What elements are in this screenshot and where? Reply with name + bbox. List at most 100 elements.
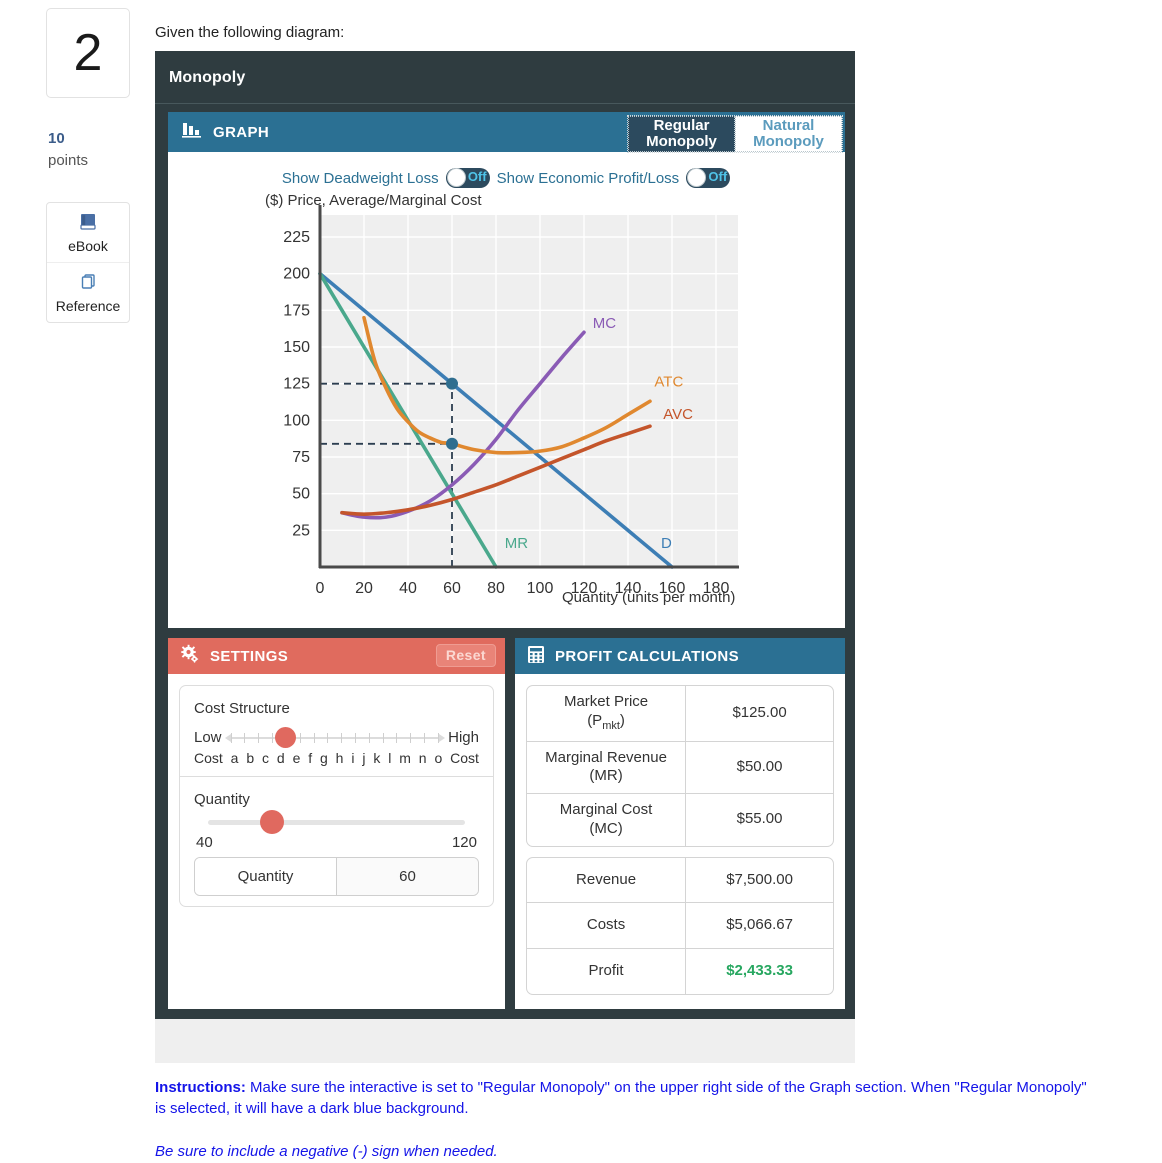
y-tick-label: 175: [283, 302, 310, 319]
toggle-knob: [446, 168, 466, 187]
reset-button[interactable]: Reset: [435, 644, 496, 667]
deadweight-loss-toggle[interactable]: Off: [445, 168, 490, 188]
regular-monopoly-button[interactable]: Regular Monopoly: [628, 116, 735, 152]
cost-tick-label: a: [230, 750, 239, 766]
cost-tick-label: k: [373, 750, 381, 766]
cost-structure-slider-track[interactable]: [224, 726, 446, 748]
graph-card: GRAPH Regular Monopoly Natural Monopoly …: [168, 112, 845, 628]
quantity-range-labels: 40 120: [196, 834, 477, 851]
cost-structure-high-label: High: [448, 729, 479, 746]
marginal-cost-value: $55.00: [736, 810, 783, 828]
quantity-slider-thumb[interactable]: [260, 810, 285, 834]
economic-profit-toggle[interactable]: Off: [686, 168, 731, 188]
data-point-marker: [446, 437, 458, 450]
cost-structure-section: Cost Structure Low High Cost a b c d e f…: [180, 686, 493, 776]
series-label-MC: MC: [593, 315, 616, 332]
series-label-AVC: AVC: [663, 406, 693, 423]
y-tick-label: 25: [292, 522, 310, 539]
chart-area: ($) Price, Average/Marginal Cost 25 50 75 1…: [168, 190, 845, 620]
marginal-revenue-line1: Marginal Revenue: [545, 748, 667, 766]
cost-structure-ticks: [230, 732, 440, 743]
ebook-button[interactable]: eBook: [47, 203, 129, 263]
profit-body: Market Price (Pmkt) $125.00 Marginal Rev…: [515, 674, 845, 1009]
revenue-value: $7,500.00: [686, 858, 833, 904]
profit-calculations-panel: PROFIT CALCULATIONS Market Price (Pmkt) …: [515, 638, 845, 1009]
x-tick-label: 100: [527, 580, 554, 597]
marginal-revenue-value: $50.00: [686, 742, 833, 794]
calculator-icon: [527, 645, 545, 668]
cost-tick-label: b: [246, 750, 255, 766]
question-number: 2: [73, 24, 103, 82]
marginal-cost-line2: (MC): [589, 819, 623, 837]
cost-tick-label: n: [418, 750, 427, 766]
cost-tick-label: o: [434, 750, 443, 766]
costs-label: Costs: [527, 903, 687, 949]
x-tick-label: 60: [443, 580, 461, 597]
cost-structure-tick-labels: Cost a b c d e f g h i j k l m n o Cost: [194, 750, 479, 766]
y-tick-label: 75: [292, 449, 310, 466]
quantity-title: Quantity: [194, 791, 250, 808]
monopoly-interactive-widget: Monopoly GRAPH Regular Monopoly Natural …: [155, 51, 855, 1063]
cost-tick-label: i: [351, 750, 355, 766]
question-sidebar: 2 10 points eBook Reference: [46, 8, 130, 323]
settings-group: Cost Structure Low High Cost a b c d e f…: [179, 685, 494, 907]
deadweight-loss-label: Show Deadweight Loss: [281, 169, 439, 187]
cost-tick-label: h: [335, 750, 344, 766]
market-price-line2: (P: [587, 711, 603, 729]
x-tick-label: 40: [399, 580, 417, 597]
data-point-marker: [446, 377, 458, 390]
market-price-line3: ): [619, 711, 625, 729]
table-row: Marginal Cost (MC) $55.00: [527, 794, 833, 846]
x-tick-label: 80: [487, 580, 505, 597]
cost-tick-label: c: [262, 750, 270, 766]
quantity-field-label: Quantity: [195, 858, 337, 895]
reference-button[interactable]: Reference: [47, 263, 129, 322]
graph-body: Show Deadweight Loss Off Show Economic P…: [168, 152, 845, 628]
market-price-label: Market Price (Pmkt): [527, 686, 687, 742]
ebook-label: eBook: [68, 237, 108, 254]
points-label: points: [48, 151, 89, 169]
table-row: Market Price (Pmkt) $125.00: [527, 686, 833, 742]
instructions-lead: Instructions:: [155, 1078, 246, 1096]
y-tick-label: 50: [292, 486, 310, 503]
monopoly-chart-svg: 2550751001251501752002250 20 40 60 80 100 120 1…: [283, 205, 739, 597]
slider-right-arrow-icon: [439, 733, 446, 742]
quantity-max-label: 120: [451, 834, 477, 851]
settings-header-label: SETTINGS: [210, 647, 289, 665]
profit-header: PROFIT CALCULATIONS: [515, 638, 845, 674]
marginal-cost-label: Marginal Cost (MC): [527, 794, 687, 846]
y-tick-label: 200: [283, 266, 310, 283]
points-block: 10 points: [46, 128, 130, 172]
profit-header-label: PROFIT CALCULATIONS: [555, 647, 739, 665]
profit-label: Profit: [527, 949, 687, 994]
quantity-slider-track[interactable]: [208, 810, 465, 834]
profit-value: $2,433.33: [726, 962, 793, 979]
graph-card-header: GRAPH Regular Monopoly Natural Monopoly: [168, 112, 845, 153]
series-label-MR: MR: [505, 535, 528, 552]
cost-structure-slider-thumb[interactable]: [274, 726, 296, 748]
quantity-field[interactable]: Quantity 60: [194, 857, 479, 896]
series-label-D: D: [661, 535, 672, 552]
monopoly-mode-switch[interactable]: Regular Monopoly Natural Monopoly: [627, 115, 843, 153]
graph-toggle-row: Show Deadweight Loss Off Show Economic P…: [168, 162, 845, 190]
economic-profit-state: Off: [708, 169, 728, 184]
quantity-input[interactable]: 60: [337, 858, 478, 895]
lower-panels: SETTINGS Reset Cost Structure Low High C…: [168, 638, 845, 1009]
widget-title: Monopoly: [155, 51, 855, 104]
marginal-revenue-label: Marginal Revenue (MR): [527, 741, 687, 794]
settings-panel: SETTINGS Reset Cost Structure Low High C…: [168, 638, 505, 1009]
series-label-ATC: ATC: [654, 374, 683, 391]
gear-icon: [180, 644, 200, 668]
y-tick-label: 100: [283, 412, 310, 429]
market-price-subscript: mkt: [602, 719, 620, 732]
cost-structure-slider-row[interactable]: Low High: [194, 726, 479, 748]
costs-value: $5,066.67: [686, 903, 833, 949]
natural-monopoly-button[interactable]: Natural Monopoly: [735, 116, 842, 152]
book-icon: [47, 213, 129, 234]
cost-tick-label: Cost: [450, 750, 479, 766]
tool-panel: eBook Reference: [46, 201, 130, 323]
main-column: Given the following diagram: Monopoly GR…: [155, 0, 1162, 1163]
y-tick-label: 150: [283, 339, 310, 356]
instructions-block: Instructions: Make sure the interactive …: [155, 1077, 1100, 1163]
instructions-note: Be sure to include a negative (-) sign w…: [155, 1143, 498, 1161]
